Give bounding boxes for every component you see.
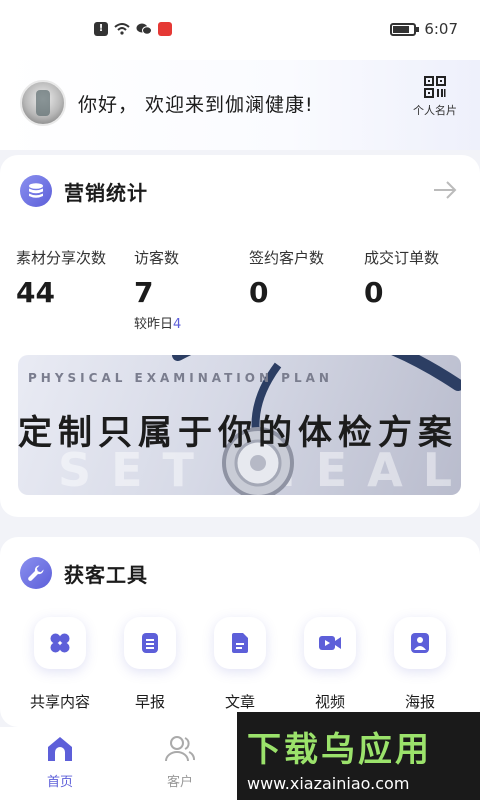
wifi-icon — [114, 23, 130, 35]
stat-material-shares[interactable]: 素材分享次数 44 — [16, 247, 128, 309]
promo-banner[interactable]: SET MEAL PHYSICAL EXAMINATION PLAN 定制只属于… — [18, 355, 461, 495]
tool-button[interactable] — [394, 617, 446, 669]
app-badge-icon — [158, 22, 172, 36]
tool-label: 共享内容 — [29, 693, 90, 711]
stat-signed-customers[interactable]: 签约客户数 0 — [249, 247, 361, 309]
stat-visitors[interactable]: 访客数 7 较昨日4 — [134, 247, 246, 332]
alert-icon: ! — [94, 22, 108, 36]
stat-compare-value: 4 — [173, 317, 182, 332]
tool-button[interactable] — [124, 617, 176, 669]
stat-label: 成交订单数 — [364, 249, 440, 267]
greeting-text: 你好， 欢迎来到伽澜健康! — [78, 94, 314, 116]
acquisition-tools-card: 获客工具 共享内容 早报 文章 视频 海报 — [0, 537, 480, 727]
tab-customers-label: 客户 — [166, 775, 193, 790]
home-icon — [48, 737, 72, 761]
battery-icon — [390, 22, 420, 36]
article-icon — [232, 633, 248, 653]
stat-orders[interactable]: 成交订单数 0 — [364, 247, 476, 309]
qr-code-icon — [424, 76, 446, 98]
stat-value: 0 — [364, 276, 384, 309]
tool-morning-news[interactable]: 早报 — [105, 617, 195, 712]
tool-video[interactable]: 视频 — [285, 617, 375, 712]
stat-value: 44 — [16, 276, 55, 309]
stat-compare-label: 较昨日 — [134, 317, 174, 332]
users-icon — [165, 736, 195, 762]
business-card-button[interactable]: 个人名片 — [410, 76, 460, 118]
tool-label: 海报 — [404, 693, 435, 711]
marketing-stats-card: 营销统计 素材分享次数 44 访客数 7 较昨日4 签约客户数 0 成交订单数 … — [0, 155, 480, 517]
stats-grid: 素材分享次数 44 访客数 7 较昨日4 签约客户数 0 成交订单数 0 — [16, 247, 466, 337]
stat-compare: 较昨日4 — [134, 313, 246, 332]
stat-label: 签约客户数 — [249, 249, 325, 267]
stat-label: 访客数 — [134, 249, 180, 267]
database-icon — [20, 175, 52, 207]
tool-label: 视频 — [314, 693, 345, 711]
tool-button[interactable] — [34, 617, 86, 669]
watermark-url: www.xiazainiao.com — [247, 774, 410, 793]
tab-customers[interactable]: 客户 — [150, 735, 210, 790]
image-icon — [411, 633, 429, 653]
tools-row: 共享内容 早报 文章 视频 海报 — [0, 617, 480, 717]
greeting-header: 你好， 欢迎来到伽澜健康! 个人名片 — [0, 60, 480, 150]
business-card-label: 个人名片 — [413, 104, 457, 117]
tab-home[interactable]: 首页 — [30, 735, 90, 790]
wrench-icon — [20, 557, 52, 589]
tools-title: 获客工具 — [64, 562, 148, 587]
wechat-icon — [136, 23, 152, 35]
document-icon — [142, 633, 158, 653]
banner-headline: 定制只属于你的体检方案 — [18, 413, 458, 453]
status-bar: ! 6:07 — [0, 0, 480, 60]
stat-label: 素材分享次数 — [16, 249, 107, 267]
avatar[interactable] — [20, 80, 66, 126]
tool-article[interactable]: 文章 — [195, 617, 285, 712]
watermark-title: 下载乌应用 — [247, 730, 432, 770]
tab-home-label: 首页 — [46, 775, 73, 790]
banner-english-text: PHYSICAL EXAMINATION PLAN — [28, 371, 333, 385]
video-icon — [319, 636, 341, 650]
tool-shared-content[interactable]: 共享内容 — [15, 617, 105, 712]
stat-value: 0 — [249, 276, 269, 309]
tool-label: 文章 — [224, 693, 255, 711]
tool-label: 早报 — [134, 693, 165, 711]
status-icons-right: 6:07 — [390, 20, 458, 38]
watermark: 下载乌应用 www.xiazainiao.com — [237, 712, 480, 800]
tool-button[interactable] — [214, 617, 266, 669]
clover-icon — [50, 633, 70, 653]
tools-title-row: 获客工具 — [20, 557, 148, 589]
status-icons-left: ! — [94, 22, 172, 36]
marketing-title-row: 营销统计 — [20, 175, 148, 207]
tool-button[interactable] — [304, 617, 356, 669]
stat-value: 7 — [134, 276, 154, 309]
marketing-title: 营销统计 — [64, 180, 148, 205]
tool-poster[interactable]: 海报 — [375, 617, 465, 712]
status-time: 6:07 — [424, 20, 458, 38]
arrow-right-icon[interactable] — [432, 179, 458, 201]
